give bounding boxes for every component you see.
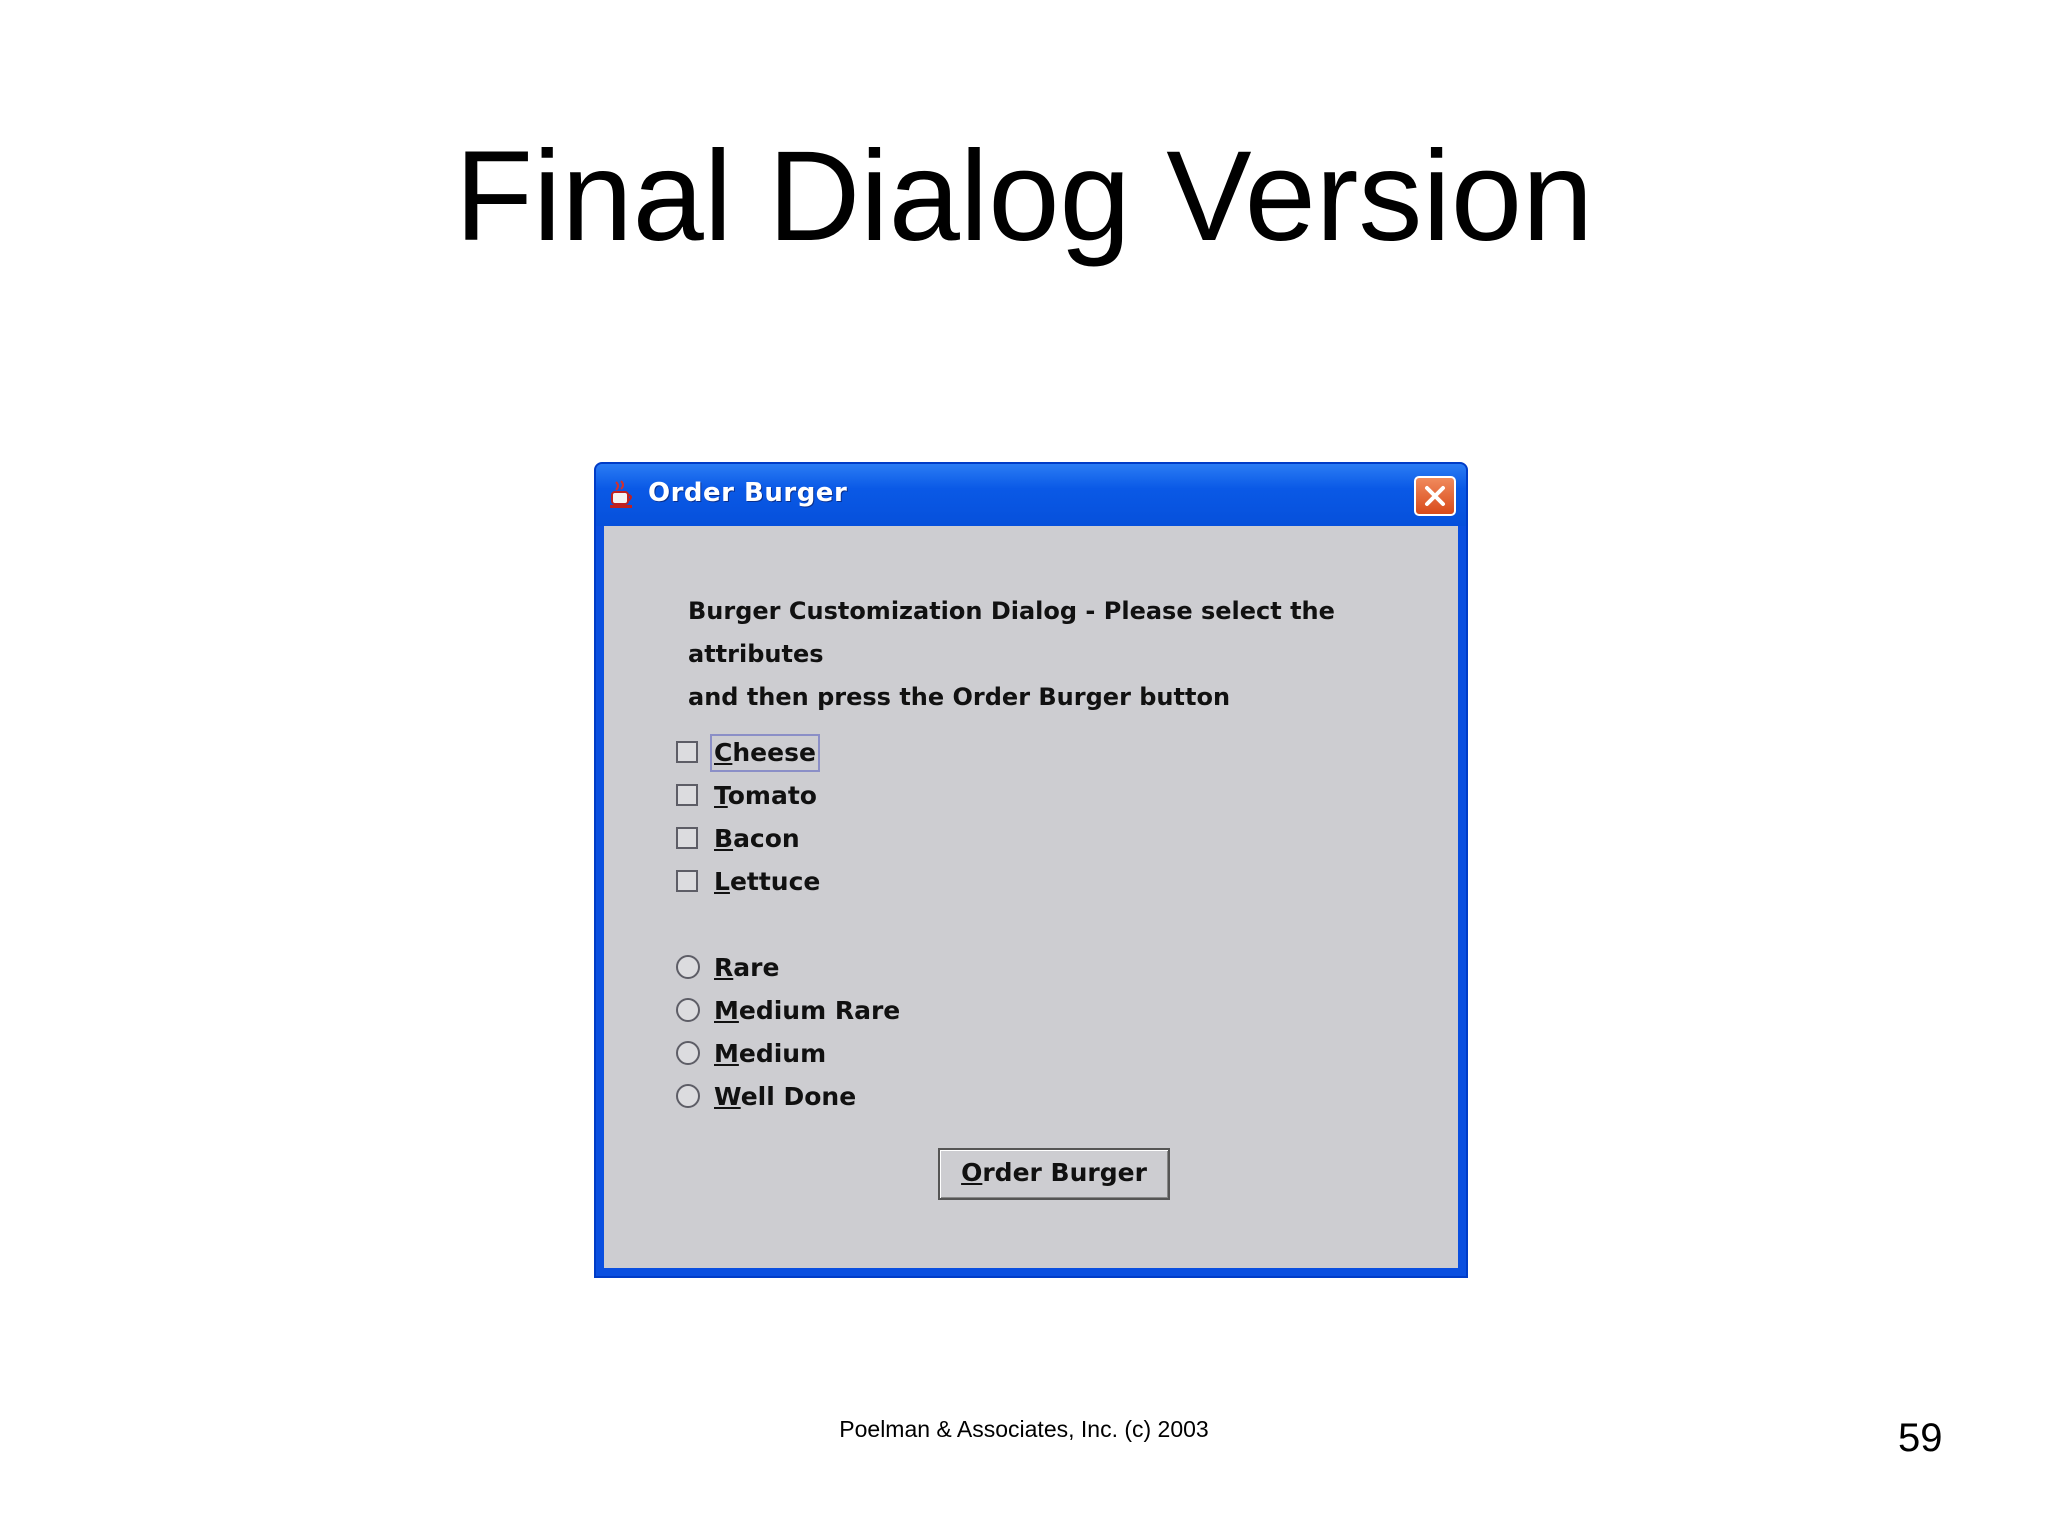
radio-label: Medium Rare	[714, 996, 901, 1025]
order-burger-button[interactable]: Order Burger	[938, 1148, 1170, 1200]
checkbox-label: Lettuce	[714, 867, 821, 896]
checkbox-box[interactable]	[676, 870, 698, 892]
checkbox-label: Cheese	[710, 734, 820, 772]
dialog-prompt: Burger Customization Dialog - Please sel…	[688, 590, 1408, 719]
radio-circle[interactable]	[676, 1041, 700, 1065]
order-burger-dialog: Order Burger Burger Customization Dialog…	[594, 462, 1468, 1278]
radio-label: Well Done	[714, 1082, 857, 1111]
checkbox-box[interactable]	[676, 827, 698, 849]
dialog-title: Order Burger	[648, 478, 848, 508]
slide-title: Final Dialog Version	[454, 125, 1594, 268]
prompt-line-1: Burger Customization Dialog - Please sel…	[688, 597, 1335, 668]
radio-circle[interactable]	[676, 955, 700, 979]
close-icon	[1425, 486, 1445, 506]
radio-label: Medium	[714, 1039, 827, 1068]
checkbox-label: Tomato	[714, 781, 817, 810]
checkbox-box[interactable]	[676, 741, 698, 763]
close-button[interactable]	[1414, 476, 1456, 516]
dialog-titlebar[interactable]: Order Burger	[596, 464, 1466, 526]
radio-circle[interactable]	[676, 998, 700, 1022]
checkbox-box[interactable]	[676, 784, 698, 806]
slide-footer: Poelman & Associates, Inc. (c) 2003	[839, 1416, 1209, 1442]
checkbox-label: Bacon	[714, 824, 800, 853]
page-number: 59	[1898, 1416, 1943, 1460]
radio-label: Rare	[714, 953, 780, 982]
radio-circle[interactable]	[676, 1084, 700, 1108]
prompt-line-2: and then press the Order Burger button	[688, 683, 1231, 711]
dialog-content: Burger Customization Dialog - Please sel…	[604, 526, 1458, 1268]
java-cup-icon	[610, 480, 632, 508]
